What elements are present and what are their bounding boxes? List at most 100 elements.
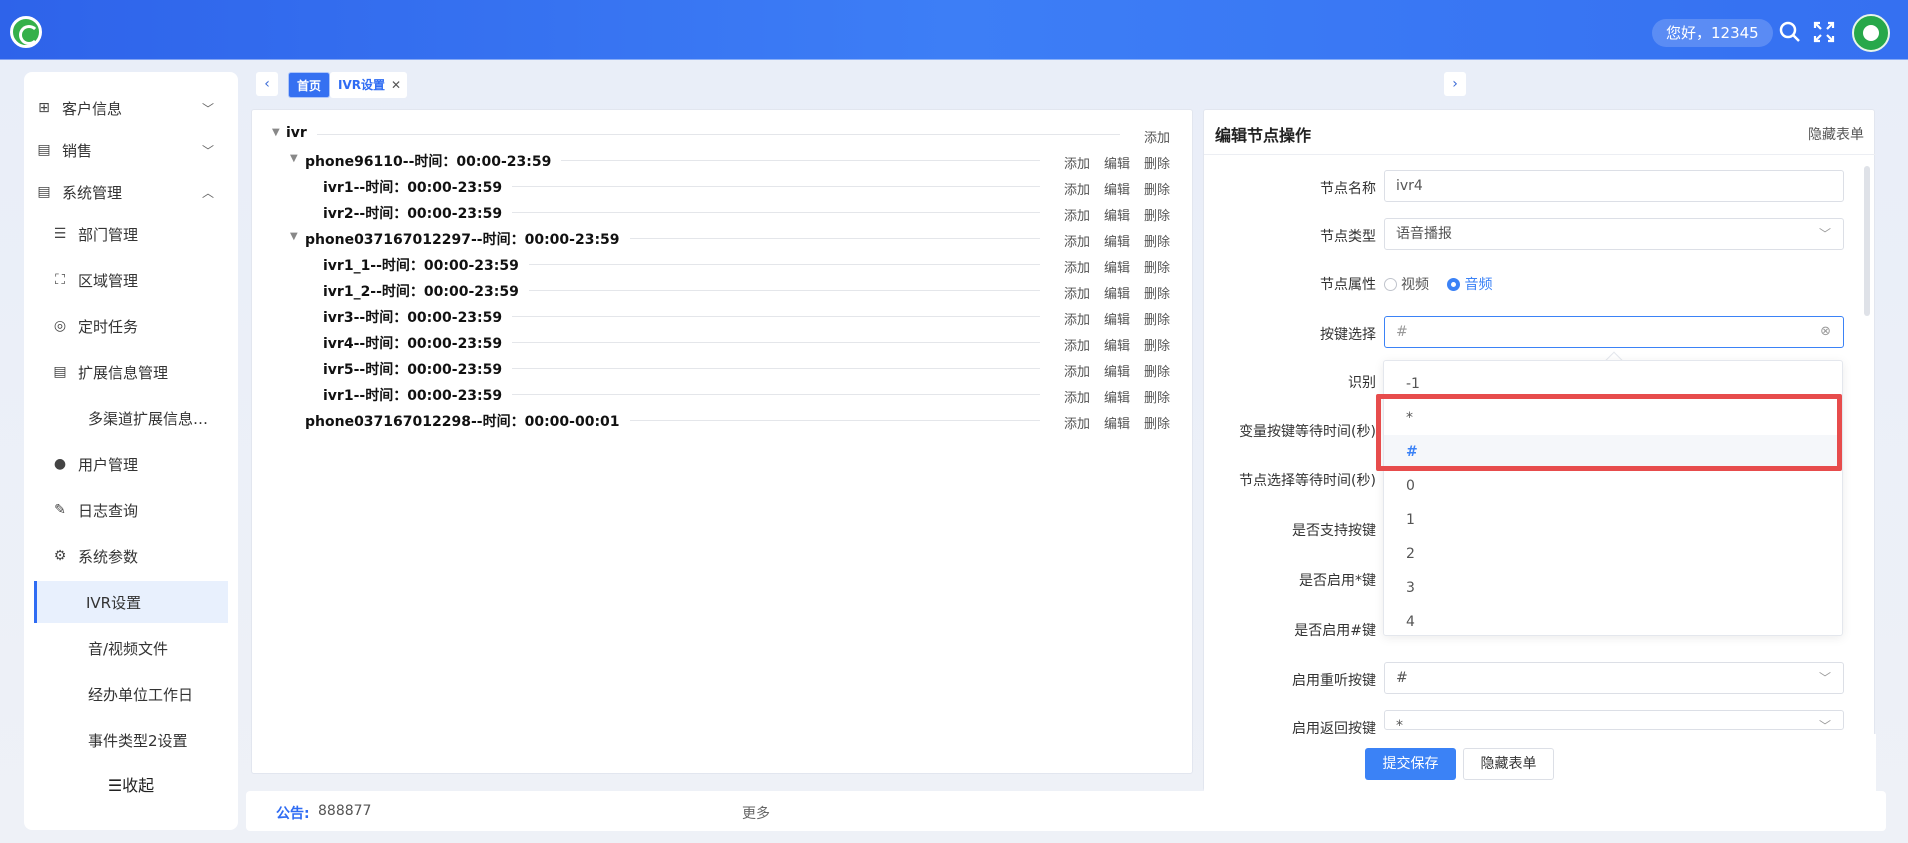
- add-link[interactable]: 添加: [1064, 209, 1090, 224]
- tree-node-row[interactable]: ivr2--时间：00:00-23:59 添加 编辑 删除: [252, 200, 1194, 224]
- add-link[interactable]: 添加: [1064, 417, 1090, 432]
- sidebar-item-logs[interactable]: ✎ 日志查询: [50, 489, 228, 531]
- node-name-input[interactable]: ivr4: [1384, 170, 1844, 202]
- form-scrollbar[interactable]: [1864, 166, 1870, 316]
- delete-link[interactable]: 删除: [1144, 261, 1170, 276]
- sidebar-item-region[interactable]: ⛶ 区域管理: [50, 259, 228, 301]
- hide-form-link[interactable]: 隐藏表单: [1808, 124, 1864, 144]
- add-link[interactable]: 添加: [1144, 131, 1170, 146]
- edit-link[interactable]: 编辑: [1104, 313, 1130, 328]
- replay-key-select[interactable]: # ﹀: [1384, 662, 1844, 694]
- key-select-input[interactable]: # ⊗: [1384, 316, 1844, 348]
- tab-scroll-left-icon[interactable]: ‹: [256, 72, 278, 96]
- edit-link[interactable]: 编辑: [1104, 209, 1130, 224]
- radio-audio[interactable]: [1447, 278, 1461, 291]
- tree-node-label: phone96110--时间：00:00-23:59: [305, 154, 552, 170]
- add-link[interactable]: 添加: [1064, 365, 1090, 380]
- delete-link[interactable]: 删除: [1144, 391, 1170, 406]
- sidebar-item-timer[interactable]: ◎ 定时任务: [50, 305, 228, 347]
- submit-save-button[interactable]: 提交保存: [1365, 748, 1456, 780]
- dropdown-option[interactable]: 0: [1384, 469, 1842, 503]
- edit-link[interactable]: 编辑: [1104, 339, 1130, 354]
- add-link[interactable]: 添加: [1064, 339, 1090, 354]
- delete-link[interactable]: 删除: [1144, 313, 1170, 328]
- clear-icon[interactable]: ⊗: [1820, 317, 1831, 347]
- tab-ivr[interactable]: IVR设置 ✕: [330, 72, 407, 98]
- dropdown-option[interactable]: 1: [1384, 503, 1842, 537]
- add-link[interactable]: 添加: [1064, 287, 1090, 302]
- tab-scroll-right-icon[interactable]: ›: [1444, 72, 1466, 96]
- node-type-select[interactable]: 语音播报 ﹀: [1384, 218, 1844, 250]
- tree-node-row[interactable]: phone037167012298--时间：00:00-00:01 添加 编辑 删除: [252, 408, 1194, 432]
- tree-node-row[interactable]: ivr3--时间：00:00-23:59 添加 编辑 删除: [252, 304, 1194, 328]
- sidebar-item-system[interactable]: ▤ 系统管理 ︿: [34, 171, 228, 213]
- delete-link[interactable]: 删除: [1144, 417, 1170, 432]
- delete-link[interactable]: 删除: [1144, 339, 1170, 354]
- sidebar-item-sales[interactable]: ▤ 销售 ﹀: [34, 129, 228, 171]
- fullscreen-icon[interactable]: [1812, 20, 1836, 44]
- delete-link[interactable]: 删除: [1144, 183, 1170, 198]
- app-logo[interactable]: [10, 16, 42, 48]
- sidebar-item-users[interactable]: ● 用户管理: [50, 443, 228, 485]
- tree-node-row[interactable]: ivr1_2--时间：00:00-23:59 添加 编辑 删除: [252, 278, 1194, 302]
- dropdown-option[interactable]: 3: [1384, 571, 1842, 605]
- tree-node-row[interactable]: ivr1--时间：00:00-23:59 添加 编辑 删除: [252, 174, 1194, 198]
- search-icon[interactable]: [1778, 20, 1802, 44]
- tree-actions: 添加 编辑 删除: [1050, 335, 1170, 354]
- tree-node-row[interactable]: ivr1_1--时间：00:00-23:59 添加 编辑 删除: [252, 252, 1194, 276]
- delete-link[interactable]: 删除: [1144, 157, 1170, 172]
- caret-down-icon[interactable]: ▼: [272, 127, 280, 138]
- close-icon[interactable]: ✕: [391, 72, 401, 98]
- edit-link[interactable]: 编辑: [1104, 417, 1130, 432]
- tree-node-row[interactable]: ivr1--时间：00:00-23:59 添加 编辑 删除: [252, 382, 1194, 406]
- return-key-select[interactable]: * ﹀: [1384, 710, 1844, 730]
- sidebar-item-customer[interactable]: ⊞ 客户信息 ﹀: [34, 87, 228, 129]
- sidebar-item-media[interactable]: 音/视频文件: [64, 627, 228, 669]
- sidebar-item-ivr[interactable]: IVR设置: [34, 581, 228, 623]
- collapse-button[interactable]: ☰收起: [24, 772, 238, 796]
- user-greeting[interactable]: 您好，12345: [1652, 19, 1773, 47]
- notice-more-link[interactable]: 更多: [742, 803, 770, 823]
- tree-actions: 添加 编辑 删除: [1050, 309, 1170, 328]
- sidebar-item-department[interactable]: ☰ 部门管理: [50, 213, 228, 255]
- tree-node-row[interactable]: ▼ phone037167012297--时间：00:00-23:59 添加 编辑 删除: [252, 226, 1194, 250]
- delete-link[interactable]: 删除: [1144, 209, 1170, 224]
- sidebar-item-event-type[interactable]: 事件类型2设置: [64, 719, 228, 761]
- add-link[interactable]: 添加: [1064, 235, 1090, 250]
- add-link[interactable]: 添加: [1064, 183, 1090, 198]
- delete-link[interactable]: 删除: [1144, 235, 1170, 250]
- caret-down-icon[interactable]: ▼: [290, 231, 298, 242]
- tree-node-row[interactable]: ▼ phone96110--时间：00:00-23:59 添加 编辑 删除: [252, 148, 1194, 172]
- notice-bar: 公告: 888877 更多: [246, 791, 1886, 831]
- dropdown-option[interactable]: 4: [1384, 605, 1842, 635]
- add-link[interactable]: 添加: [1064, 261, 1090, 276]
- radio-video[interactable]: [1384, 278, 1397, 291]
- sidebar-item-ext-info[interactable]: ▤ 扩展信息管理: [50, 351, 228, 393]
- add-link[interactable]: 添加: [1064, 157, 1090, 172]
- sidebar-item-workday[interactable]: 经办单位工作日: [64, 673, 228, 715]
- delete-link[interactable]: 删除: [1144, 287, 1170, 302]
- hide-form-button[interactable]: 隐藏表单: [1463, 748, 1554, 780]
- edit-link[interactable]: 编辑: [1104, 287, 1130, 302]
- tab-home[interactable]: 首页: [288, 72, 331, 98]
- user-avatar[interactable]: [1852, 14, 1890, 52]
- edit-link[interactable]: 编辑: [1104, 235, 1130, 250]
- add-link[interactable]: 添加: [1064, 391, 1090, 406]
- dropdown-option[interactable]: 2: [1384, 537, 1842, 571]
- doc-edit-icon: ▤: [53, 364, 67, 380]
- edit-link[interactable]: 编辑: [1104, 391, 1130, 406]
- sidebar-item-sys-params[interactable]: ⚙ 系统参数: [50, 535, 228, 577]
- edit-link[interactable]: 编辑: [1104, 261, 1130, 276]
- tree-node-row[interactable]: ivr5--时间：00:00-23:59 添加 编辑 删除: [252, 356, 1194, 380]
- notice-text[interactable]: 888877: [318, 803, 371, 819]
- edit-link[interactable]: 编辑: [1104, 183, 1130, 198]
- tree-node-row[interactable]: ivr4--时间：00:00-23:59 添加 编辑 删除: [252, 330, 1194, 354]
- delete-link[interactable]: 删除: [1144, 365, 1170, 380]
- sidebar-item-multichannel[interactable]: 多渠道扩展信息…: [64, 397, 228, 439]
- tree-node-label: ivr: [286, 125, 307, 141]
- edit-link[interactable]: 编辑: [1104, 157, 1130, 172]
- caret-down-icon[interactable]: ▼: [290, 153, 298, 164]
- add-link[interactable]: 添加: [1064, 313, 1090, 328]
- tree-root-row[interactable]: ▼ ivr 添加: [252, 122, 1194, 146]
- edit-link[interactable]: 编辑: [1104, 365, 1130, 380]
